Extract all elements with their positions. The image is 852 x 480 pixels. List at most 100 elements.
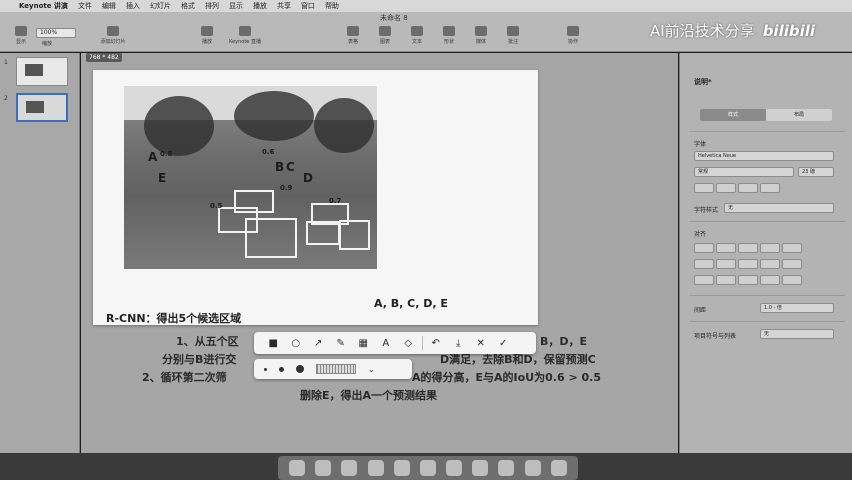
menu-play[interactable]: 播放 (248, 1, 272, 11)
spacing-select[interactable]: 1.0 - 倍 (760, 303, 834, 313)
keynote-live-button[interactable]: Keynote 直播 (229, 26, 261, 46)
vertical-align-buttons[interactable] (694, 275, 802, 285)
menu-app-name[interactable]: Keynote 讲演 (14, 1, 73, 11)
document-title: 未命名 8 (380, 14, 408, 22)
notes-icon[interactable] (524, 460, 541, 476)
tab-layout[interactable]: 布局 (766, 109, 832, 121)
font-name-select[interactable]: Helvetica Neue (694, 151, 834, 161)
video-watermark: AI前沿技术分享 bilibili (650, 20, 815, 41)
mosaic-pattern-select[interactable] (316, 364, 356, 374)
terminal-icon[interactable] (446, 460, 463, 476)
annotation-toolbar: ■ ○ ↗ ✎ ▦ A ◇ ↶ ⤓ ✕ ✓ (254, 332, 536, 354)
small-size-icon[interactable] (264, 367, 267, 371)
step1-line2-start: 分别与B进行交 (162, 353, 237, 366)
step1-line-end: B，D，E (540, 335, 588, 348)
text-style-buttons[interactable] (694, 183, 780, 193)
spacing-label: 间距 (694, 307, 707, 314)
slide-number: 1 (4, 59, 8, 66)
menu-format[interactable]: 格式 (176, 1, 200, 11)
trash-icon[interactable] (550, 460, 567, 476)
arrow-icon[interactable]: ↗ (307, 332, 330, 354)
close-icon[interactable]: ✕ (470, 332, 493, 354)
menu-arrange[interactable]: 排列 (200, 1, 224, 11)
shape-icon (443, 26, 455, 36)
keynote-live-icon (239, 26, 251, 36)
menu-window[interactable]: 窗口 (296, 1, 320, 11)
box-label-a: A (148, 150, 158, 164)
mail-icon[interactable] (393, 460, 410, 476)
media-icon (475, 26, 487, 36)
annotation-options-bar: ⌄ (254, 359, 412, 379)
alignment-buttons[interactable] (694, 243, 802, 253)
check-icon[interactable]: ✓ (492, 332, 515, 354)
menu-share[interactable]: 共享 (272, 1, 296, 11)
comment-icon (507, 26, 519, 36)
box-label-b: B (275, 160, 285, 174)
menu-view[interactable]: 显示 (224, 1, 248, 11)
table-button[interactable]: 表格 (340, 26, 366, 46)
bullets-label: 项目符号与列表 (694, 333, 737, 340)
keynote-icon[interactable] (472, 460, 489, 476)
large-size-icon[interactable] (296, 365, 304, 373)
char-style-select[interactable]: 无 (724, 203, 834, 213)
step2-line2: 删除E，得出A一个预测结果 (300, 389, 438, 402)
box-score-d: 0.7 (329, 197, 342, 205)
add-slide-icon (107, 26, 119, 36)
menu-slide[interactable]: 幻灯片 (145, 1, 176, 11)
font-style-select[interactable]: 常规 (694, 167, 794, 177)
add-slide-button[interactable]: 添加幻灯片 (100, 26, 126, 46)
menu-help[interactable]: 帮助 (320, 1, 344, 11)
view-icon (15, 26, 27, 36)
zoom-label: 缩放 (42, 41, 53, 47)
slide-thumbnail[interactable] (16, 57, 68, 86)
settings-icon[interactable] (498, 460, 515, 476)
chevron-down-icon[interactable]: ⌄ (368, 365, 375, 374)
play-button[interactable]: 播放 (194, 26, 220, 46)
detection-box (306, 221, 340, 245)
medium-size-icon[interactable] (279, 366, 284, 372)
safari-icon[interactable] (341, 460, 358, 476)
collaborate-icon (567, 26, 579, 36)
step2-line-start: 2、循环第二次筛 (142, 371, 227, 384)
ellipse-icon[interactable]: ○ (285, 332, 308, 354)
bullets-select[interactable]: 无 (760, 329, 834, 339)
font-size-field[interactable]: 23 磅 (798, 167, 834, 177)
photos-icon[interactable] (419, 460, 436, 476)
shape-button[interactable]: 形状 (436, 26, 462, 46)
menu-edit[interactable]: 编辑 (97, 1, 121, 11)
box-label-c: C (286, 160, 295, 174)
bilibili-logo: bilibili (762, 21, 816, 40)
chart-icon (379, 26, 391, 36)
menu-file[interactable]: 文件 (73, 1, 97, 11)
step1-line-start: 1、从五个区 (176, 335, 239, 348)
indent-buttons[interactable] (694, 259, 802, 269)
tab-style[interactable]: 样式 (700, 109, 766, 121)
table-icon (347, 26, 359, 36)
download-icon[interactable]: ⤓ (447, 332, 470, 354)
box-label-d: D (303, 171, 313, 185)
keynote-window: Keynote 讲演 文件 编辑 插入 幻灯片 格式 排列 显示 播放 共享 窗… (0, 0, 852, 480)
format-inspector: 说明* 样式 布局 字体 Helvetica Neue 常规 23 磅 字符样式… (679, 53, 852, 453)
chrome-icon[interactable] (367, 460, 384, 476)
launchpad-icon[interactable] (315, 460, 332, 476)
step2-line-end: A的得分高，E与A的IoU为0.6 > 0.5 (412, 371, 601, 384)
view-button[interactable]: 显示 (8, 26, 34, 46)
media-button[interactable]: 媒体 (468, 26, 494, 46)
text-tool-icon[interactable]: A (375, 332, 398, 354)
menu-insert[interactable]: 插入 (121, 1, 145, 11)
pen-icon[interactable]: ✎ (330, 332, 353, 354)
undo-icon[interactable]: ↶ (425, 332, 448, 354)
zoom-select[interactable]: 100% (36, 28, 76, 38)
macos-menu-bar: Keynote 讲演 文件 编辑 插入 幻灯片 格式 排列 显示 播放 共享 窗… (0, 0, 852, 12)
text-button[interactable]: 文本 (404, 26, 430, 46)
eraser-icon[interactable]: ◇ (397, 332, 420, 354)
finder-icon[interactable] (289, 460, 306, 476)
paragraph-style-title[interactable]: 说明* (694, 77, 712, 87)
filled-rect-icon[interactable]: ■ (262, 332, 285, 354)
slide-thumbnail-selected[interactable] (16, 93, 68, 122)
char-style-label: 字符样式 (694, 207, 719, 214)
collaborate-button[interactable]: 协作 (560, 26, 586, 46)
comment-button[interactable]: 批注 (500, 26, 526, 46)
mosaic-icon[interactable]: ▦ (352, 332, 375, 354)
chart-button[interactable]: 图表 (372, 26, 398, 46)
